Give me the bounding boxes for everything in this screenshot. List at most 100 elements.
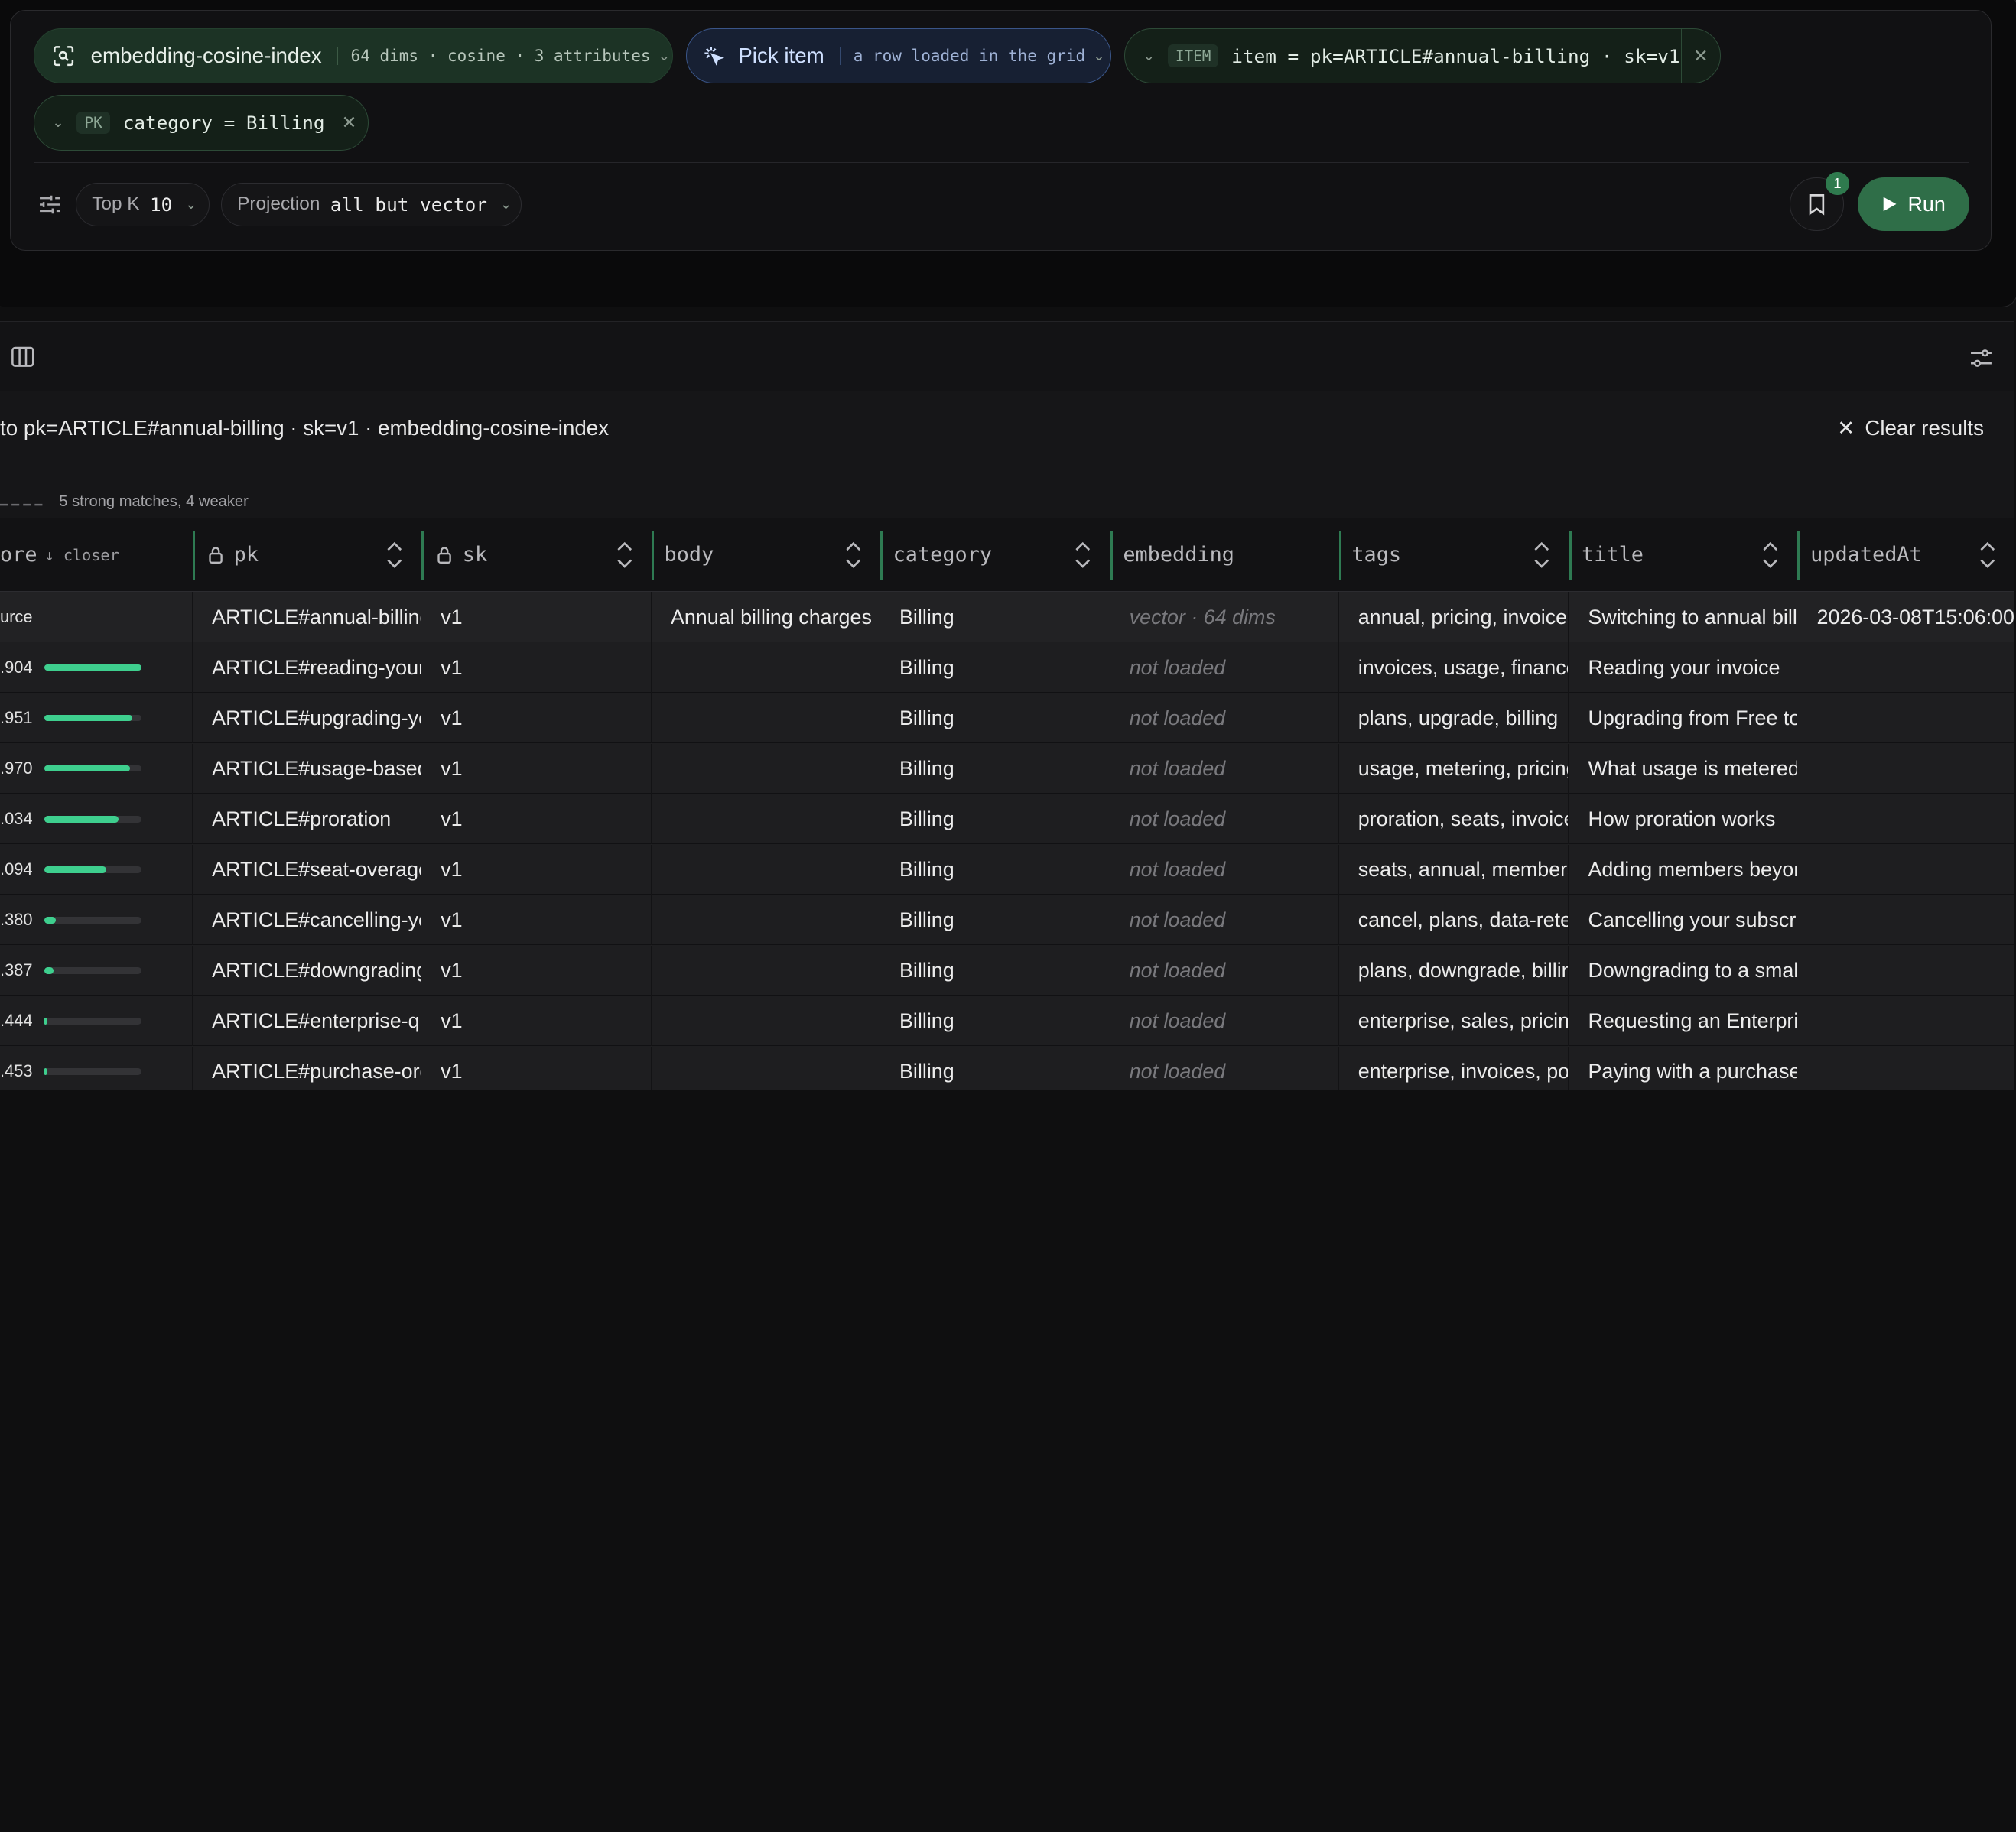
clear-results-button[interactable]: ✕ Clear results	[1837, 416, 1984, 440]
sort-icon[interactable]	[1074, 538, 1092, 572]
sk-cell[interactable]: v1	[421, 844, 652, 895]
body-cell[interactable]	[652, 996, 880, 1047]
title-cell[interactable]: Paying with a purchase order	[1569, 1046, 1798, 1090]
sk-cell[interactable]: v1	[421, 945, 652, 996]
embedding-cell[interactable]: not loaded	[1110, 743, 1339, 794]
table-row[interactable]: .380 ARTICLE#cancelling-your-subscription…	[0, 895, 2015, 946]
tags-cell[interactable]: annual, pricing, invoices	[1339, 592, 1569, 642]
column-header-tags[interactable]: tags	[1338, 530, 1569, 580]
chevron-down-icon[interactable]: ⌄	[1143, 47, 1155, 64]
sk-cell[interactable]: v1	[421, 693, 652, 744]
title-cell[interactable]: Reading your invoice	[1569, 642, 1798, 693]
embedding-cell[interactable]: vector · 64 dims	[1110, 592, 1339, 642]
updatedAt-cell[interactable]	[1797, 945, 2015, 996]
body-cell[interactable]	[652, 844, 880, 895]
sk-cell[interactable]: v1	[421, 1046, 652, 1090]
column-header-pk[interactable]: pk	[192, 530, 421, 580]
title-cell[interactable]: What usage is metered	[1569, 743, 1798, 794]
body-cell[interactable]	[652, 945, 880, 996]
pk-cell[interactable]: ARTICLE#cancelling-your-subscription	[193, 895, 422, 946]
chevron-down-icon[interactable]: ⌄	[52, 114, 63, 131]
title-cell[interactable]: Downgrading to a smaller plan	[1569, 945, 1798, 996]
embedding-cell[interactable]: not loaded	[1110, 895, 1339, 946]
pk-cell[interactable]: ARTICLE#usage-based-billing	[193, 743, 422, 794]
tags-cell[interactable]: enterprise, sales, pricing	[1339, 996, 1569, 1047]
tags-cell[interactable]: invoices, usage, finance	[1339, 642, 1569, 693]
category-cell[interactable]: Billing	[880, 996, 1110, 1047]
table-row[interactable]: .904 ARTICLE#reading-your-invoice v1 Billin…	[0, 642, 2015, 693]
category-cell[interactable]: Billing	[880, 592, 1110, 642]
pk-cell[interactable]: ARTICLE#downgrading	[193, 945, 422, 996]
projection-selector[interactable]: Projection all but vector ⌄	[220, 182, 522, 226]
tags-cell[interactable]: proration, seats, invoices	[1339, 794, 1569, 845]
body-cell[interactable]	[652, 1046, 880, 1090]
updatedAt-cell[interactable]	[1797, 895, 2015, 946]
embedding-cell[interactable]: not loaded	[1110, 844, 1339, 895]
body-cell[interactable]	[652, 743, 880, 794]
sk-cell[interactable]: v1	[421, 895, 652, 946]
body-cell[interactable]: Annual billing charges	[652, 592, 880, 642]
title-cell[interactable]: Upgrading from Free to Pro	[1569, 693, 1798, 744]
top-k-selector[interactable]: Top K 10 ⌄	[76, 182, 210, 226]
title-cell[interactable]: Cancelling your subscription	[1569, 895, 1798, 946]
category-cell[interactable]: Billing	[880, 743, 1110, 794]
column-divider[interactable]	[1569, 530, 1572, 580]
updatedAt-cell[interactable]	[1797, 794, 2015, 845]
embedding-cell[interactable]: not loaded	[1110, 1046, 1339, 1090]
view-options-icon[interactable]	[1967, 344, 1995, 372]
category-cell[interactable]: Billing	[880, 1046, 1110, 1090]
body-cell[interactable]	[652, 642, 880, 693]
category-cell[interactable]: Billing	[880, 642, 1110, 693]
category-cell[interactable]: Billing	[880, 693, 1110, 744]
updatedAt-cell[interactable]	[1797, 1046, 2015, 1090]
pk-filter-chip[interactable]: ⌄ PK category = Billing ✕	[33, 95, 369, 151]
sk-cell[interactable]: v1	[421, 794, 652, 845]
tags-cell[interactable]: seats, annual, members	[1339, 844, 1569, 895]
updatedAt-cell[interactable]	[1797, 642, 2015, 693]
tags-cell[interactable]: usage, metering, pricing	[1339, 743, 1569, 794]
column-divider[interactable]	[421, 530, 424, 580]
column-divider[interactable]	[1110, 530, 1113, 580]
embedding-cell[interactable]: not loaded	[1110, 996, 1339, 1047]
category-cell[interactable]: Billing	[880, 844, 1110, 895]
body-cell[interactable]	[652, 794, 880, 845]
body-cell[interactable]	[652, 895, 880, 946]
pk-cell[interactable]: ARTICLE#reading-your-invoice	[193, 642, 422, 693]
updatedAt-cell[interactable]	[1797, 996, 2015, 1047]
column-divider[interactable]	[192, 530, 196, 580]
table-row[interactable]: .094 ARTICLE#seat-overage v1 Billing not loa…	[0, 844, 2015, 895]
pk-cell[interactable]: ARTICLE#annual-billing	[193, 592, 422, 642]
table-row[interactable]: .444 ARTICLE#enterprise-quote v1 Billing not…	[0, 996, 2015, 1047]
sort-icon[interactable]	[844, 538, 863, 572]
run-button[interactable]: Run	[1858, 177, 1970, 232]
table-row[interactable]: .453 ARTICLE#purchase-orders v1 Billing not …	[0, 1046, 2015, 1090]
title-cell[interactable]: Adding members beyond your seats	[1569, 844, 1798, 895]
embedding-cell[interactable]: not loaded	[1110, 693, 1339, 744]
tags-cell[interactable]: plans, upgrade, billing	[1339, 693, 1569, 744]
tags-cell[interactable]: plans, downgrade, billing	[1339, 945, 1569, 996]
column-header-category[interactable]: category	[880, 530, 1110, 580]
table-row[interactable]: .951 ARTICLE#upgrading-your-plan v1 Billing…	[0, 693, 2015, 744]
table-row[interactable]: .970 ARTICLE#usage-based-billing v1 Billing…	[0, 743, 2015, 794]
title-cell[interactable]: How proration works	[1569, 794, 1798, 845]
embedding-cell[interactable]: not loaded	[1110, 794, 1339, 845]
column-header-sk[interactable]: sk	[421, 530, 652, 580]
updatedAt-cell[interactable]: 2026-03-08T15:06:00	[1797, 592, 2015, 642]
columns-icon[interactable]	[10, 344, 36, 370]
column-divider[interactable]	[880, 530, 883, 580]
category-cell[interactable]: Billing	[880, 945, 1110, 996]
pk-cell[interactable]: ARTICLE#enterprise-quote	[193, 996, 422, 1047]
index-selector[interactable]: embedding-cosine-index 64 dims · cosine …	[33, 28, 674, 84]
pk-cell[interactable]: ARTICLE#seat-overage	[193, 844, 422, 895]
embedding-cell[interactable]: not loaded	[1110, 945, 1339, 996]
sk-cell[interactable]: v1	[421, 642, 652, 693]
column-divider[interactable]	[651, 530, 655, 580]
table-row[interactable]: .387 ARTICLE#downgrading v1 Billing not load…	[0, 945, 2015, 996]
column-divider[interactable]	[1338, 530, 1341, 580]
embedding-cell[interactable]: not loaded	[1110, 642, 1339, 693]
sort-icon[interactable]	[1761, 538, 1780, 572]
column-header-body[interactable]: body	[651, 530, 880, 580]
column-header-embedding[interactable]: embedding	[1110, 530, 1339, 580]
title-cell[interactable]: Switching to annual billing	[1569, 592, 1798, 642]
sort-icon[interactable]	[1533, 538, 1551, 572]
